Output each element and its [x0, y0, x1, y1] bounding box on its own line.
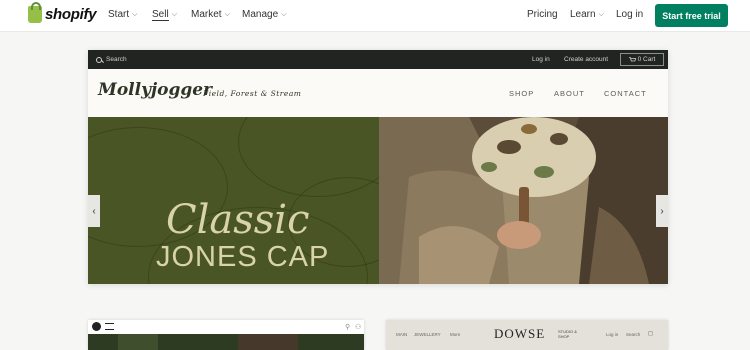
cart-icon: ◻ — [648, 331, 653, 337]
nav-item-login[interactable]: Log in — [616, 9, 643, 20]
hero-title-line2: JONES CAP — [156, 241, 330, 273]
nav-item-learn[interactable]: Learn ⌵ — [570, 9, 604, 20]
store-utility-bar: Search Log in Create account 0 Cart — [88, 50, 668, 69]
store-search[interactable]: Search — [96, 56, 127, 63]
nav-item-sell[interactable]: Sell ⌵ — [152, 9, 177, 21]
nav-item-label: Sell — [152, 9, 169, 21]
nav-item-manage[interactable]: Manage ⌵ — [242, 9, 286, 20]
hero-text-panel: Classic JONES CAP — [88, 117, 379, 284]
card-2-login: Log in — [606, 332, 619, 337]
slider-prev-button[interactable]: ‹ — [88, 195, 100, 227]
nav-item-pricing[interactable]: Pricing — [527, 9, 558, 20]
card-1-logo — [92, 322, 101, 331]
nav-item-market[interactable]: Market ⌵ — [191, 9, 230, 20]
chevron-down-icon: ⌵ — [224, 10, 230, 18]
search-label: Search — [106, 56, 127, 63]
card-1-topbar: ⚲ ⚇ — [88, 320, 364, 334]
nav-item-label: Manage — [242, 9, 279, 20]
menu-item-contact[interactable]: CONTACT — [604, 89, 647, 98]
search-icon — [96, 56, 102, 63]
nav-item-start[interactable]: Start ⌵ — [108, 9, 137, 20]
search-icon: ⚲ — [345, 324, 351, 331]
card-2-brand-sub: STUDIO & SHOP — [558, 329, 577, 339]
chevron-down-icon: ⌵ — [281, 10, 287, 18]
user-icon: ⚇ — [355, 324, 362, 331]
card-1-image — [88, 334, 364, 350]
chevron-down-icon: ⌵ — [171, 11, 177, 18]
chevron-right-icon: › — [660, 205, 664, 217]
store-tagline: Field, Forest & Stream — [203, 89, 302, 98]
store-example-card-2[interactable]: MAIN JEWELLERY More DOWSE STUDIO & SHOP … — [386, 320, 668, 350]
nav-item-label: Learn — [570, 9, 596, 20]
start-free-trial-button[interactable]: Start free trial — [655, 4, 728, 27]
card-2-nav-more: More — [450, 332, 461, 337]
hero-slider: Classic JONES CAP — [88, 117, 668, 284]
chevron-left-icon: ‹ — [92, 205, 96, 217]
card-2-header: MAIN JEWELLERY More DOWSE STUDIO & SHOP … — [386, 320, 668, 350]
cart-button[interactable]: 0 Cart — [620, 53, 664, 66]
card-2-search: Search — [626, 332, 641, 337]
hero-title-line1: Classic — [166, 197, 310, 243]
store-brand-logo[interactable]: Mollyjogger — [98, 80, 212, 100]
create-account-link[interactable]: Create account — [564, 56, 608, 63]
shopify-topnav: shopify Start ⌵ Sell ⌵ Market ⌵ Manage ⌵ Pri… — [0, 0, 750, 32]
hamburger-icon — [105, 323, 114, 330]
shopping-bag-icon — [28, 2, 42, 23]
hero-photo — [379, 117, 668, 284]
menu-item-shop[interactable]: SHOP — [509, 89, 534, 98]
nav-item-label: Log in — [616, 9, 644, 20]
card-2-brand: DOWSE — [494, 326, 546, 341]
cart-label: 0 Cart — [637, 56, 656, 63]
chevron-down-icon: ⌵ — [132, 10, 138, 18]
chevron-down-icon: ⌵ — [598, 10, 604, 18]
menu-item-about[interactable]: ABOUT — [554, 89, 585, 98]
store-preview: Search Log in Create account 0 Cart Moll… — [88, 50, 668, 284]
nav-item-label: Pricing — [527, 9, 558, 20]
store-example-card-1[interactable]: ⚲ ⚇ — [88, 320, 364, 350]
card-2-nav-main: MAIN — [396, 332, 408, 337]
nav-item-label: Start — [108, 9, 130, 20]
nav-item-label: Market — [191, 9, 222, 20]
logo-text: shopify — [45, 6, 97, 23]
store-login-link[interactable]: Log in — [532, 56, 550, 63]
store-header: Mollyjogger Field, Forest & Stream SHOP … — [88, 69, 668, 117]
card-2-nav-jewellery: JEWELLERY — [414, 332, 441, 337]
cart-icon — [628, 56, 636, 61]
shopify-logo[interactable]: shopify — [28, 2, 97, 23]
slider-next-button[interactable]: › — [656, 195, 668, 227]
hero-photo-illustration — [379, 117, 668, 284]
